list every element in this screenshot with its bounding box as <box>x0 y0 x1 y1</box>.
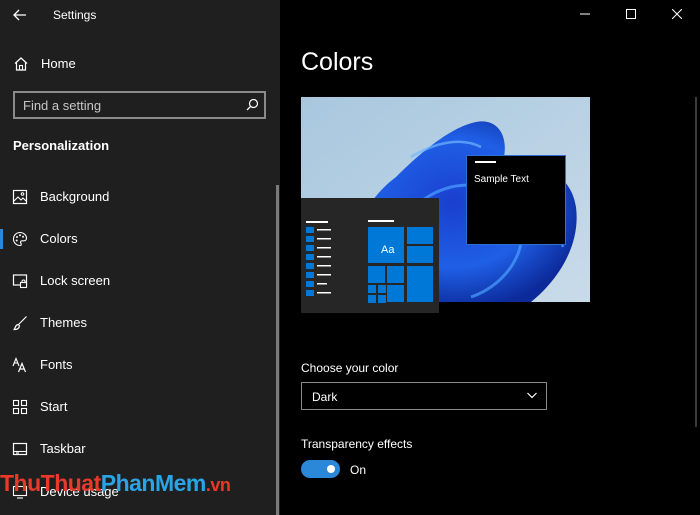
sidebar: Settings Home Personalization Bac <box>0 0 280 515</box>
close-button[interactable] <box>654 0 700 28</box>
sidebar-item-start[interactable]: Start <box>0 387 276 427</box>
theme-preview: Aa Sample Text <box>301 97 590 313</box>
main-scrollbar[interactable] <box>695 97 697 427</box>
fonts-icon <box>12 357 27 373</box>
window-controls <box>562 0 700 28</box>
back-arrow-icon <box>13 9 26 21</box>
title-bar: Settings <box>0 0 280 30</box>
sidebar-item-label: Taskbar <box>40 441 86 456</box>
watermark-part3: .vn <box>205 475 231 495</box>
watermark-part1: ThuThuat <box>0 470 101 496</box>
watermark-part2: PhanMem <box>100 470 207 496</box>
minimize-button[interactable] <box>562 0 608 28</box>
close-icon <box>672 9 682 19</box>
preview-tile-label: Aa <box>381 244 395 256</box>
sidebar-item-lock-screen[interactable]: Lock screen <box>0 261 276 301</box>
dropdown-selected-value: Dark <box>312 390 338 404</box>
image-icon <box>12 189 28 205</box>
main-content: Colors Aa Sample Text Choose your color … <box>280 0 700 515</box>
selection-indicator <box>0 229 3 249</box>
app-title: Settings <box>53 8 97 22</box>
sidebar-item-colors[interactable]: Colors <box>0 219 276 259</box>
sidebar-item-label: Background <box>40 189 110 204</box>
transparency-label: Transparency effects <box>301 437 413 451</box>
maximize-button[interactable] <box>608 0 654 28</box>
settings-window: Settings Home Personalization Bac <box>0 0 700 515</box>
section-title: Personalization <box>13 138 110 153</box>
search-icon[interactable] <box>246 98 259 111</box>
minimize-icon <box>580 13 590 15</box>
sidebar-item-label: Home <box>41 56 76 71</box>
maximize-icon <box>626 9 636 19</box>
lock-screen-icon <box>12 274 28 289</box>
sidebar-item-label: Themes <box>40 315 87 330</box>
page-title: Colors <box>301 48 374 76</box>
sidebar-item-home[interactable]: Home <box>0 50 280 78</box>
preview-sample-text: Sample Text <box>474 174 529 185</box>
toggle-state-text: On <box>350 463 367 477</box>
brush-icon <box>13 316 27 331</box>
start-icon <box>12 399 28 415</box>
sidebar-item-background[interactable]: Background <box>0 177 276 217</box>
taskbar-icon <box>12 442 28 456</box>
home-icon <box>14 57 28 71</box>
palette-icon <box>12 231 28 247</box>
sidebar-scrollbar[interactable] <box>276 185 279 515</box>
search-box[interactable] <box>13 91 266 119</box>
sidebar-item-label: Colors <box>40 231 78 246</box>
choose-color-label: Choose your color <box>301 361 399 375</box>
sidebar-item-fonts[interactable]: Fonts <box>0 345 276 385</box>
sidebar-item-themes[interactable]: Themes <box>0 303 276 343</box>
search-input[interactable] <box>15 93 235 117</box>
watermark-logo: ThuThuatPhanMem.vn <box>0 470 260 510</box>
sidebar-item-taskbar[interactable]: Taskbar <box>0 429 276 469</box>
sidebar-item-label: Lock screen <box>40 273 111 288</box>
sidebar-item-label: Start <box>40 399 68 414</box>
preview-window: Sample Text <box>466 155 566 245</box>
transparency-toggle[interactable] <box>301 460 340 478</box>
preview-start-menu: Aa <box>301 198 439 313</box>
start-menu-tiles <box>306 220 433 303</box>
color-mode-dropdown[interactable]: Dark <box>301 382 547 410</box>
chevron-down-icon <box>527 392 537 399</box>
preview-window-titlebar <box>475 161 496 163</box>
toggle-knob <box>327 465 335 473</box>
back-button[interactable] <box>0 0 40 30</box>
sidebar-item-label: Fonts <box>40 357 73 372</box>
